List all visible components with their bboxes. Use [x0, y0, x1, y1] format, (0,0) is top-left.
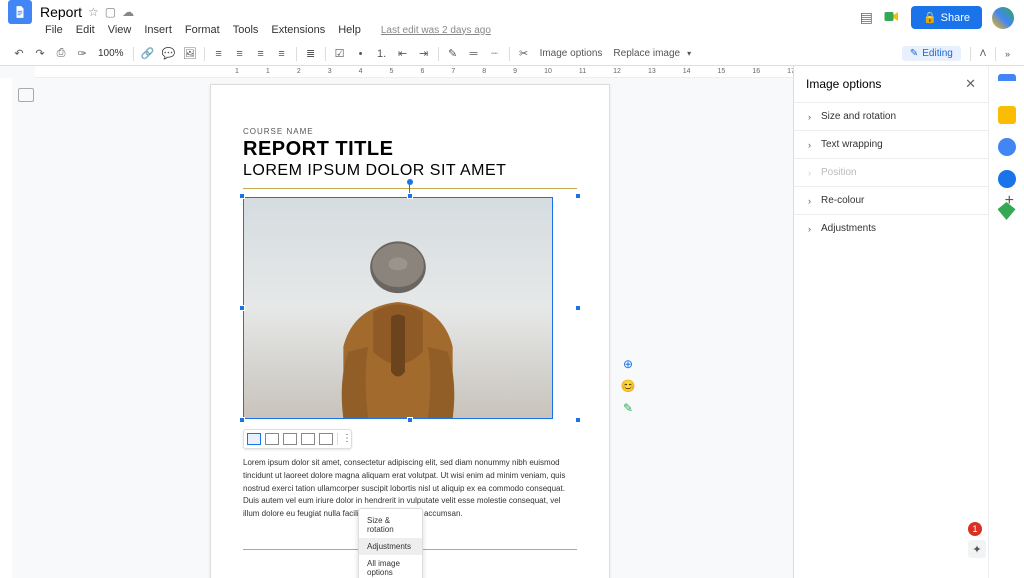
selected-image[interactable] — [243, 197, 577, 419]
panel-row-recolour[interactable]: ›Re-colour — [794, 186, 988, 214]
keep-icon[interactable] — [998, 106, 1016, 124]
course-name-text: COURSE NAME — [243, 127, 577, 136]
line-spacing-icon[interactable]: ≣ — [302, 45, 320, 63]
explore-icon[interactable]: ✦ — [968, 540, 986, 558]
collapse-toolbar-icon[interactable]: ᐱ — [976, 48, 990, 59]
calendar-icon[interactable] — [998, 74, 1016, 92]
menu-all-image-options[interactable]: All image options — [359, 555, 422, 578]
crop-icon[interactable]: ✂ — [515, 45, 533, 63]
close-panel-icon[interactable]: ✕ — [965, 76, 976, 92]
cloud-icon[interactable]: ☁ — [122, 5, 134, 19]
divider-line — [243, 188, 577, 189]
resize-handle[interactable] — [239, 305, 245, 311]
insert-image-icon[interactable]: 🖼 — [181, 45, 199, 63]
editing-mode-button[interactable]: ✎ Editing — [902, 46, 961, 61]
menu-view[interactable]: View — [103, 22, 137, 38]
panel-row-text-wrapping[interactable]: ›Text wrapping — [794, 130, 988, 158]
comment-history-icon[interactable]: ▤ — [860, 9, 873, 26]
meet-icon[interactable] — [883, 9, 901, 27]
wrap-front-icon[interactable] — [319, 433, 333, 445]
menu-insert[interactable]: Insert — [139, 22, 177, 38]
menu-size-rotation[interactable]: Size & rotation — [359, 512, 422, 538]
image-options-panel: Image options ✕ ›Size and rotation ›Text… — [793, 66, 988, 578]
image-context-menu: Size & rotation Adjustments All image op… — [358, 508, 423, 578]
docs-logo[interactable] — [8, 0, 32, 24]
border-color-icon[interactable]: ✎ — [444, 45, 462, 63]
last-edit-link[interactable]: Last edit was 2 days ago — [381, 25, 491, 36]
vertical-ruler[interactable] — [0, 78, 12, 578]
contacts-icon[interactable] — [998, 170, 1016, 188]
resize-handle[interactable] — [239, 193, 245, 199]
checklist-icon[interactable]: ☑ — [331, 45, 349, 63]
align-right-icon[interactable]: ≡ — [252, 45, 270, 63]
wrap-break-icon[interactable] — [283, 433, 297, 445]
panel-row-position: ›Position — [794, 158, 988, 186]
text-wrap-toolbar: ⋮ — [243, 429, 352, 449]
menu-help[interactable]: Help — [333, 22, 366, 38]
panel-row-adjustments[interactable]: ›Adjustments — [794, 214, 988, 242]
notification-badge[interactable]: 1 — [968, 522, 982, 536]
rotate-handle[interactable] — [407, 179, 413, 185]
menu-edit[interactable]: Edit — [71, 22, 100, 38]
increase-indent-icon[interactable]: ⇥ — [415, 45, 433, 63]
report-title-text: REPORT TITLE — [243, 138, 577, 161]
replace-image-button[interactable]: Replace image — [609, 48, 684, 59]
horizontal-ruler[interactable]: 11234567891011121314151617 — [35, 66, 793, 78]
toolbar: ↶ ↷ ⎙ ✑ 100% 🔗 💬 🖼 ≡ ≡ ≡ ≡ ≣ ☑ • 1. ⇤ ⇥ … — [0, 42, 1024, 66]
resize-handle[interactable] — [407, 417, 413, 423]
wrap-more-icon[interactable]: ⋮ — [342, 433, 348, 445]
comment-icon[interactable]: 💬 — [160, 45, 178, 63]
print-icon[interactable]: ⎙ — [52, 45, 70, 63]
star-icon[interactable]: ☆ — [88, 5, 99, 19]
resize-handle[interactable] — [407, 193, 413, 199]
bulleted-list-icon[interactable]: • — [352, 45, 370, 63]
outline-toggle-icon[interactable] — [18, 88, 34, 102]
panel-row-size-rotation[interactable]: ›Size and rotation — [794, 102, 988, 130]
side-panel-rail — [988, 66, 1024, 578]
align-left-icon[interactable]: ≡ — [210, 45, 228, 63]
pencil-icon: ✎ — [910, 48, 918, 59]
image-options-button[interactable]: Image options — [536, 48, 607, 59]
report-subtitle-text: LOREM IPSUM DOLOR SIT AMET — [243, 162, 577, 180]
decrease-indent-icon[interactable]: ⇤ — [394, 45, 412, 63]
emoji-reaction-icon[interactable]: 😊 — [620, 378, 636, 394]
menu-extensions[interactable]: Extensions — [266, 22, 330, 38]
align-justify-icon[interactable]: ≡ — [273, 45, 291, 63]
account-avatar[interactable] — [992, 7, 1014, 29]
link-icon[interactable]: 🔗 — [139, 45, 157, 63]
zoom-select[interactable]: 100% — [94, 48, 128, 59]
hide-sidebar-icon[interactable]: » — [1001, 49, 1014, 59]
suggest-edit-icon[interactable]: ✎ — [620, 400, 636, 416]
document-title[interactable]: Report — [40, 4, 82, 20]
resize-handle[interactable] — [575, 305, 581, 311]
border-dash-icon[interactable]: ┈ — [486, 45, 504, 63]
share-button[interactable]: 🔒 Share — [911, 6, 982, 29]
menu-file[interactable]: File — [40, 22, 68, 38]
undo-icon[interactable]: ↶ — [10, 45, 28, 63]
wrap-behind-icon[interactable] — [301, 433, 315, 445]
move-icon[interactable]: ▢ — [105, 5, 116, 19]
lock-icon: 🔒 — [923, 11, 937, 24]
resize-handle[interactable] — [575, 417, 581, 423]
tasks-icon[interactable] — [998, 138, 1016, 156]
menu-tools[interactable]: Tools — [228, 22, 264, 38]
numbered-list-icon[interactable]: 1. — [373, 45, 391, 63]
resize-handle[interactable] — [239, 417, 245, 423]
align-center-icon[interactable]: ≡ — [231, 45, 249, 63]
wrap-text-icon[interactable] — [265, 433, 279, 445]
add-addon-icon[interactable]: + — [1005, 192, 1014, 210]
redo-icon[interactable]: ↷ — [31, 45, 49, 63]
border-weight-icon[interactable]: ═ — [465, 45, 483, 63]
document-page[interactable]: COURSE NAME REPORT TITLE LOREM IPSUM DOL… — [210, 84, 610, 578]
menu-adjustments[interactable]: Adjustments — [359, 538, 422, 555]
panel-title: Image options — [806, 77, 881, 91]
resize-handle[interactable] — [575, 193, 581, 199]
menu-format[interactable]: Format — [180, 22, 225, 38]
add-comment-icon[interactable]: ⊕ — [620, 356, 636, 372]
wrap-inline-icon[interactable] — [247, 433, 261, 445]
paint-format-icon[interactable]: ✑ — [73, 45, 91, 63]
